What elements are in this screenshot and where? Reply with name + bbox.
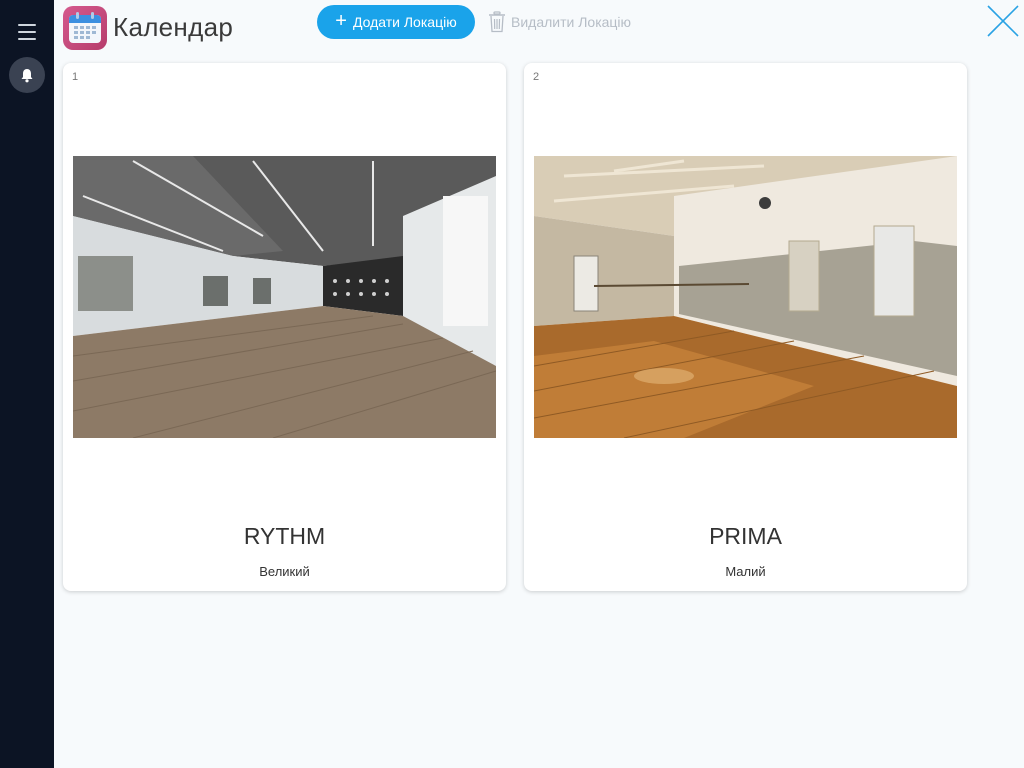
delete-location-label: Видалити Локацію: [511, 14, 632, 30]
location-number: 2: [533, 71, 540, 83]
notifications-button[interactable]: [9, 57, 45, 93]
calendar-icon: [63, 6, 107, 50]
location-card[interactable]: 2 PRIMA Малий: [524, 63, 967, 591]
location-name: PRIMA: [709, 523, 782, 549]
trash-icon: [489, 11, 505, 33]
add-location-label: Додати Локацію: [352, 14, 457, 30]
bell-icon: [21, 68, 33, 82]
location-card[interactable]: 1 RYTHM Великий: [63, 63, 506, 591]
hamburger-icon[interactable]: [18, 24, 36, 40]
location-number: 1: [72, 71, 79, 83]
delete-location-button[interactable]: Видалити Локацію: [488, 9, 631, 35]
dance-studio-photo: [73, 156, 496, 438]
plus-icon: +: [335, 10, 347, 32]
add-location-button[interactable]: + Додати Локацію: [317, 5, 475, 39]
location-size: Великий: [259, 564, 310, 579]
page-title: Календар: [113, 12, 234, 42]
location-size: Малий: [725, 564, 766, 579]
ballet-studio-photo: [534, 156, 957, 438]
location-name: RYTHM: [243, 523, 326, 549]
sidebar: [0, 0, 54, 768]
close-icon[interactable]: [986, 4, 1020, 38]
